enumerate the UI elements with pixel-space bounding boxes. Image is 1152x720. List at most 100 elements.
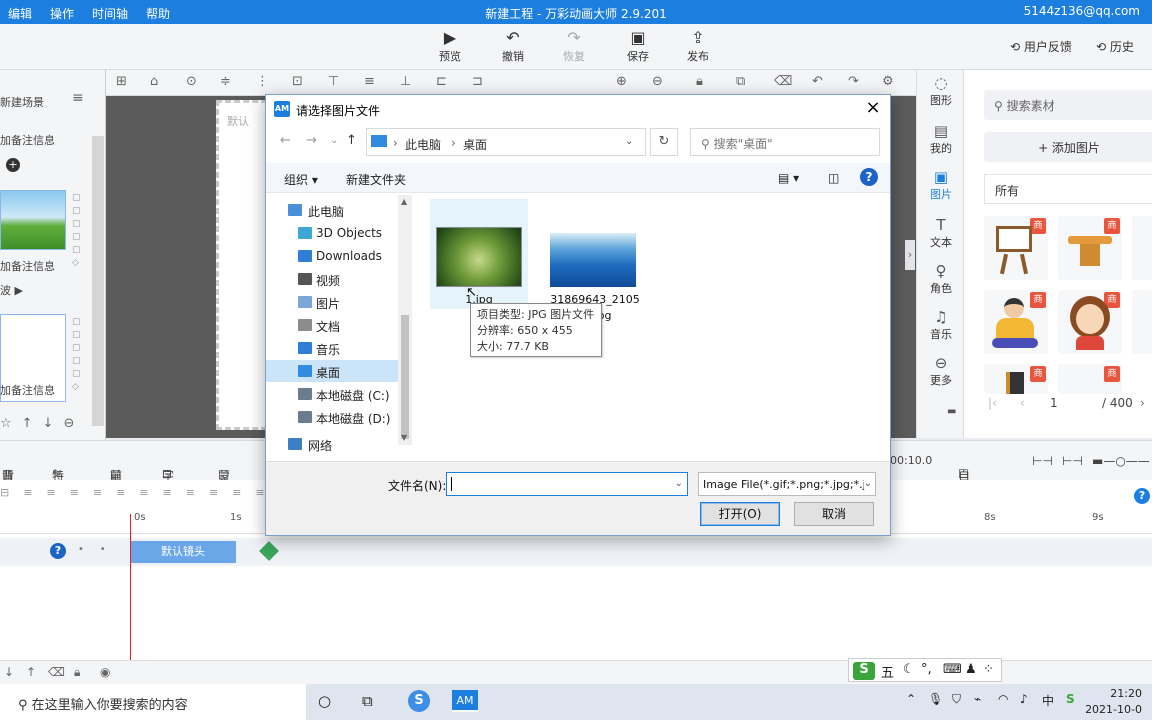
scene-tools-icon[interactable]: ▢ ▢ ▢ ▢ ▢ ◇ — [72, 316, 84, 394]
taskbar-search-input[interactable]: ⚲ 在这里输入你要搜索的内容 — [0, 684, 306, 720]
add-image-button[interactable]: + 添加图片 — [984, 132, 1152, 162]
tree-scrollbar[interactable]: ▲ ▼ — [398, 195, 412, 445]
align-middle-icon[interactable]: ≡ — [364, 74, 375, 89]
material-tile[interactable]: 商 — [1058, 290, 1122, 354]
lock-layer-icon[interactable]: 🔒︎ — [74, 665, 80, 680]
back-icon[interactable]: ← — [280, 133, 291, 148]
scene-nav-icons[interactable]: ☆↑↓⊖ — [0, 416, 92, 431]
scene-tools-icon[interactable]: ▢ ▢ ▢ ▢ ▢ ◇ — [72, 192, 84, 270]
zoom-reset-icon[interactable]: ⊢⊣ — [1062, 454, 1083, 468]
track-dot-icon[interactable]: • • — [78, 544, 106, 555]
open-button[interactable]: 打开(O) — [700, 502, 780, 526]
next-page-icon[interactable]: › — [1140, 396, 1145, 410]
material-tile[interactable]: 商 — [1058, 364, 1122, 394]
tray-expand-icon[interactable]: ⌃ — [906, 692, 916, 706]
material-tile[interactable] — [1132, 290, 1152, 354]
zoom-in-icon[interactable]: ⊕ — [616, 74, 627, 89]
align-top-icon[interactable]: ⊤ — [328, 74, 339, 89]
refresh-button[interactable]: ↻ — [650, 128, 678, 156]
default-camera-clip[interactable]: 默认镜头 — [130, 541, 236, 563]
material-tile[interactable]: 商 — [984, 290, 1048, 354]
shield-icon[interactable]: ⛉ — [952, 692, 961, 707]
material-tile[interactable]: 商 — [984, 216, 1048, 280]
more-icon[interactable]: ⊙ — [186, 74, 197, 89]
up-icon[interactable]: ↑ — [346, 133, 357, 148]
mic-icon[interactable]: 🎙︎ — [928, 692, 943, 706]
preview-button[interactable]: ▶ 预览 — [425, 28, 475, 64]
redo-button[interactable]: ↷ 恢复 — [549, 28, 599, 64]
forward-icon[interactable]: → — [306, 133, 317, 148]
timeline-help-icon[interactable]: ? — [1134, 488, 1150, 504]
power-icon[interactable]: ⌁ — [974, 692, 981, 706]
file-type-select[interactable]: Image File(*.gif;*.png;*.jpg;*.j ⌄ — [698, 472, 876, 496]
new-folder-button[interactable]: 新建文件夹 — [346, 171, 406, 188]
undo-button[interactable]: ↶ 撤销 — [488, 28, 538, 64]
move-down-icon[interactable]: ↓ — [4, 665, 14, 679]
publish-button[interactable]: ⇪ 发布 — [673, 28, 723, 64]
apps-icon[interactable]: ⁘ — [983, 662, 994, 677]
tree-item-drive-c[interactable]: 本地磁盘 (C:) — [266, 383, 398, 405]
preview-pane-icon[interactable]: ◫ — [828, 171, 839, 185]
scene-transition-label[interactable]: 波 ▶ — [0, 282, 23, 298]
system-clock[interactable]: 21:20 2021-10-0 — [1085, 686, 1142, 718]
chevron-down-icon[interactable]: ⌄ — [675, 478, 683, 489]
material-tile[interactable]: 商 — [1058, 216, 1122, 280]
animation-app-taskbar-icon[interactable]: AM — [452, 690, 478, 712]
scroll-up-icon[interactable]: ▲ — [401, 197, 407, 206]
tree-item-drive-d[interactable]: 本地磁盘 (D:) — [266, 406, 398, 428]
feedback-button[interactable]: ⟲ 用户反馈 — [1010, 38, 1072, 55]
sogou-icon[interactable]: S — [853, 662, 875, 680]
user-icon[interactable]: ♟ — [965, 662, 977, 677]
scene-note-2[interactable]: 加备注信息 — [0, 258, 55, 274]
sogou-tray-icon[interactable]: S — [1066, 692, 1075, 706]
add-scene-icon[interactable]: + — [6, 158, 20, 172]
tree-item-documents[interactable]: 文档 — [266, 314, 398, 336]
maximize-icon[interactable]: ▬ — [947, 406, 956, 417]
tree-item-this-pc[interactable]: 此电脑 — [266, 199, 398, 221]
align-right-icon[interactable]: ⊐ — [472, 74, 483, 89]
material-tile[interactable]: 商 — [984, 364, 1048, 394]
material-tile[interactable] — [1132, 216, 1152, 280]
volume-icon[interactable]: ♪ — [1020, 692, 1028, 706]
task-view-icon[interactable]: ⧉ — [362, 692, 373, 710]
cortana-icon[interactable]: ○ — [318, 692, 331, 710]
align-center-icon[interactable]: ⋮ — [256, 74, 269, 89]
settings-icon[interactable]: ⚙ — [882, 74, 894, 89]
breadcrumb-this-pc[interactable]: 此电脑 — [405, 136, 441, 153]
account-label[interactable]: 5144z136@qq.com — [1024, 4, 1140, 18]
tree-item-music[interactable]: 音乐 — [266, 337, 398, 359]
tree-item-desktop[interactable]: 桌面 — [266, 360, 398, 382]
scene-note-1[interactable]: 加备注信息 — [0, 132, 55, 148]
material-type-more[interactable]: ⊖ 更多 — [917, 354, 965, 388]
undo-small-icon[interactable]: ↶ — [812, 74, 823, 89]
scene-thumbnail-1[interactable] — [0, 190, 66, 250]
file-item[interactable]: 31869643_2105 _2.jpg — [544, 199, 642, 322]
add-keyframe-icon[interactable] — [259, 541, 279, 561]
moon-icon[interactable]: ☾ — [903, 662, 915, 677]
address-bar[interactable]: › 此电脑 › 桌面 ⌄ — [366, 128, 646, 156]
sogou-browser-icon[interactable]: S — [408, 690, 430, 712]
material-search-input[interactable]: ⚲ 搜索素材 — [984, 90, 1152, 120]
material-type-characters[interactable]: ♀ 角色 — [917, 262, 965, 296]
breadcrumb-desktop[interactable]: 桌面 — [463, 136, 487, 153]
wifi-icon[interactable]: ◠ — [998, 692, 1008, 706]
collapse-arrow-icon[interactable]: › — [905, 240, 915, 270]
zoom-fit-icon[interactable]: ⊢⊣ — [1032, 454, 1053, 468]
move-up-icon[interactable]: ↑ — [26, 665, 36, 679]
align-icon[interactable]: ≑ — [220, 74, 231, 89]
material-type-music[interactable]: ♫ 音乐 — [917, 308, 965, 342]
dialog-search-input[interactable]: ⚲ 搜索"桌面" — [690, 128, 880, 156]
material-type-images[interactable]: ▣ 图片 — [917, 168, 965, 202]
visibility-icon[interactable]: ◉ — [100, 665, 110, 679]
punctuation-icon[interactable]: °, — [921, 662, 932, 677]
scrollbar-thumb[interactable] — [401, 315, 409, 439]
save-button[interactable]: ▣ 保存 — [613, 28, 663, 64]
scene-note-3[interactable]: 加备注信息 — [0, 382, 55, 398]
tree-item-network[interactable]: 网络 — [266, 433, 398, 455]
camera-track[interactable]: ? • • 默认镜头 — [0, 538, 1152, 566]
keyboard-icon[interactable]: ⌨ — [943, 662, 962, 677]
material-type-shapes[interactable]: ◌ 图形 — [917, 74, 965, 108]
ime-indicator-icon[interactable]: 中 — [1042, 692, 1054, 709]
align-bottom-icon[interactable]: ⊥ — [400, 74, 411, 89]
copy-icon[interactable]: ⧉ — [736, 74, 745, 89]
